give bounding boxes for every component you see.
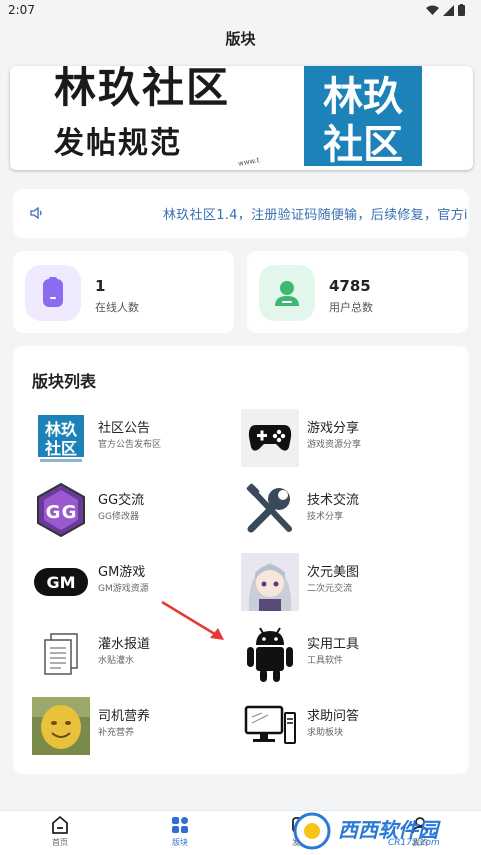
board-item-name: 求助问答 bbox=[307, 709, 360, 724]
board-item-announcement[interactable]: 林玖 社区 社区公告 官方公告发布区 bbox=[32, 409, 232, 469]
banner-tiny-text: www.t bbox=[237, 156, 261, 168]
wifi-icon bbox=[426, 5, 439, 15]
board-item-name: GG交流 bbox=[98, 493, 145, 508]
notice-text: 林玖社区1.4，注册验证码随便输，后续修复，官方i bbox=[163, 208, 468, 223]
svg-text:G: G bbox=[46, 502, 61, 523]
svg-text:GM: GM bbox=[46, 573, 75, 592]
board-item-desc: 工具软件 bbox=[307, 656, 344, 666]
board-item-anime[interactable]: 次元美图 二次元交流 bbox=[241, 553, 441, 613]
board-item-game-share[interactable]: 游戏分享 游戏资源分享 bbox=[241, 409, 441, 469]
total-users-label: 用户总数 bbox=[329, 301, 373, 314]
status-bar: 2:07 bbox=[0, 0, 481, 22]
banner-carousel[interactable]: 林玖社区 发帖规范 林玖 社区 www.t bbox=[10, 66, 473, 170]
status-icons bbox=[426, 4, 465, 16]
svg-text:林玖: 林玖 bbox=[45, 420, 78, 439]
banner-logo-text-bottom: 社区 bbox=[323, 122, 403, 168]
board-item-name: GM游戏 bbox=[98, 565, 146, 580]
gamepad-icon bbox=[241, 409, 299, 467]
board-item-desc: 二次元交流 bbox=[307, 584, 353, 594]
annotation-arrow-icon bbox=[161, 600, 224, 640]
board-item-desc: 水贴灌水 bbox=[98, 656, 135, 666]
board-item-desc: 官方公告发布区 bbox=[98, 440, 162, 450]
phone-icon bbox=[43, 277, 63, 307]
board-item-name: 实用工具 bbox=[307, 637, 360, 652]
svg-text:社区: 社区 bbox=[44, 439, 77, 458]
signal-icon bbox=[443, 4, 454, 16]
board-item-name: 灌水报道 bbox=[98, 637, 151, 652]
document-icon bbox=[32, 625, 90, 683]
board-item-name: 技术交流 bbox=[307, 493, 360, 508]
board-item-gg[interactable]: G G GG交流 GG修改器 bbox=[32, 481, 232, 541]
total-users-card: 4785 用户总数 bbox=[247, 251, 468, 333]
speaker-icon bbox=[30, 206, 42, 220]
board-item-desc: 求助板块 bbox=[307, 728, 344, 738]
board-list-title: 版块列表 bbox=[32, 372, 97, 391]
computer-icon bbox=[241, 697, 299, 755]
board-item-help[interactable]: 求助问答 求助板块 bbox=[241, 697, 441, 757]
total-users-count: 4785 bbox=[329, 277, 371, 295]
gg-logo-icon: G G bbox=[32, 481, 90, 539]
board-item-desc: 补充营养 bbox=[98, 728, 135, 738]
android-icon bbox=[241, 625, 299, 683]
board-item-tools[interactable]: 实用工具 工具软件 bbox=[241, 625, 441, 685]
online-count: 1 bbox=[95, 277, 106, 295]
notice-bar[interactable]: 林玖社区1.4，注册验证码随便输，后续修复，官方i bbox=[13, 189, 469, 238]
board-item-desc: 技术分享 bbox=[307, 512, 344, 522]
nav-boards-label: 版块 bbox=[172, 838, 188, 847]
user-icon bbox=[275, 281, 299, 306]
tools-icon bbox=[241, 481, 299, 539]
watermark: 西西软件园 CR173.com bbox=[288, 808, 481, 855]
online-users-card: 1 在线人数 bbox=[13, 251, 234, 333]
online-label: 在线人数 bbox=[95, 301, 139, 314]
board-list: 版块列表 林玖 社区 社区公告 官方公告发布区 游戏分享 游戏资源分享 G G … bbox=[13, 346, 469, 774]
banner-title: 林玖社区 bbox=[54, 66, 231, 112]
svg-text:G: G bbox=[62, 502, 77, 523]
banner-subtitle: 发帖规范 bbox=[54, 126, 182, 161]
anime-girl-icon bbox=[241, 553, 299, 611]
nav-boards[interactable]: 版块 bbox=[150, 815, 210, 848]
battery-icon bbox=[458, 4, 465, 16]
home-icon bbox=[52, 816, 68, 834]
yellow-figure-icon bbox=[32, 697, 90, 755]
community-logo-icon: 林玖 社区 bbox=[296, 66, 426, 170]
board-item-desc: 游戏资源分享 bbox=[307, 440, 362, 450]
board-item-tech[interactable]: 技术交流 技术分享 bbox=[241, 481, 441, 541]
watermark-logo-icon bbox=[293, 812, 331, 850]
watermark-url: CR173.com bbox=[388, 838, 440, 848]
board-item-name: 司机营养 bbox=[98, 709, 151, 724]
board-item-name: 社区公告 bbox=[98, 421, 151, 436]
users-icon-badge bbox=[259, 265, 315, 321]
grid-icon bbox=[172, 817, 188, 833]
banner-logo-text-top: 林玖 bbox=[323, 74, 403, 120]
board-item-desc: GG修改器 bbox=[98, 512, 139, 522]
status-time: 2:07 bbox=[8, 3, 35, 17]
page-title: 版块 bbox=[225, 30, 256, 48]
board-item-driver[interactable]: 司机营养 补充营养 bbox=[32, 697, 232, 757]
board-item-name: 游戏分享 bbox=[307, 421, 360, 436]
gm-logo-icon: GM bbox=[32, 553, 90, 611]
online-icon-badge bbox=[25, 265, 81, 321]
board-item-desc: GM游戏资源 bbox=[98, 584, 149, 594]
nav-home[interactable]: 首页 bbox=[30, 815, 90, 848]
community-logo-icon: 林玖 社区 bbox=[32, 409, 90, 467]
nav-home-label: 首页 bbox=[52, 838, 68, 847]
board-item-name: 次元美图 bbox=[307, 565, 360, 580]
